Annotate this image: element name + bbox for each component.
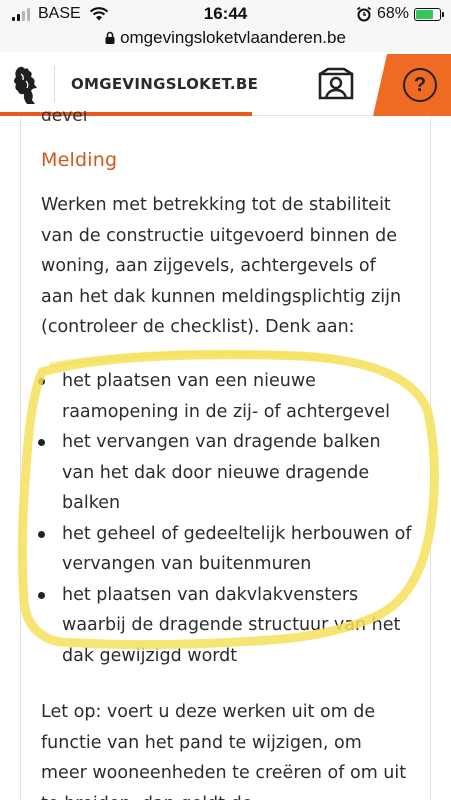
status-bar: BASE 16:44 68%: [0, 0, 451, 28]
site-header: OMGEVINGSLOKET.BE ?: [0, 54, 451, 116]
header-divider: [54, 66, 55, 102]
section-heading-melding: Melding: [41, 149, 118, 171]
battery-percent: 68%: [376, 5, 409, 22]
examples-list: het plaatsen van een nieuwe raamopening …: [35, 366, 415, 671]
map-photo-icon[interactable]: [312, 66, 360, 104]
intro-paragraph: Werken met betrekking tot de stabiliteit…: [41, 195, 402, 337]
alarm-icon: [356, 6, 372, 22]
flemish-lion-logo-icon[interactable]: [10, 64, 42, 106]
header-accent-bar: [0, 112, 252, 116]
lock-icon: [105, 31, 115, 44]
list-item: het vervangen van dragende balken van he…: [35, 427, 415, 519]
note-paragraph: Let op: voert u deze werken uit om de fu…: [41, 702, 407, 800]
site-brand-link[interactable]: OMGEVINGSLOKET.BE: [71, 75, 258, 93]
battery-icon: [414, 7, 444, 21]
url-text: omgevingsloketvlaanderen.be: [120, 28, 346, 47]
status-right: 68%: [356, 5, 444, 23]
address-bar[interactable]: omgevingsloketvlaanderen.be: [0, 28, 451, 52]
list-item: het plaatsen van dakvlakvensters waarbij…: [35, 580, 415, 672]
previous-text-fragment: gevel: [41, 111, 88, 121]
help-icon[interactable]: ?: [403, 68, 437, 102]
list-item: het geheel of gedeeltelijk herbouwen of …: [35, 519, 415, 580]
list-item: het plaatsen van een nieuwe raamopening …: [35, 366, 415, 427]
